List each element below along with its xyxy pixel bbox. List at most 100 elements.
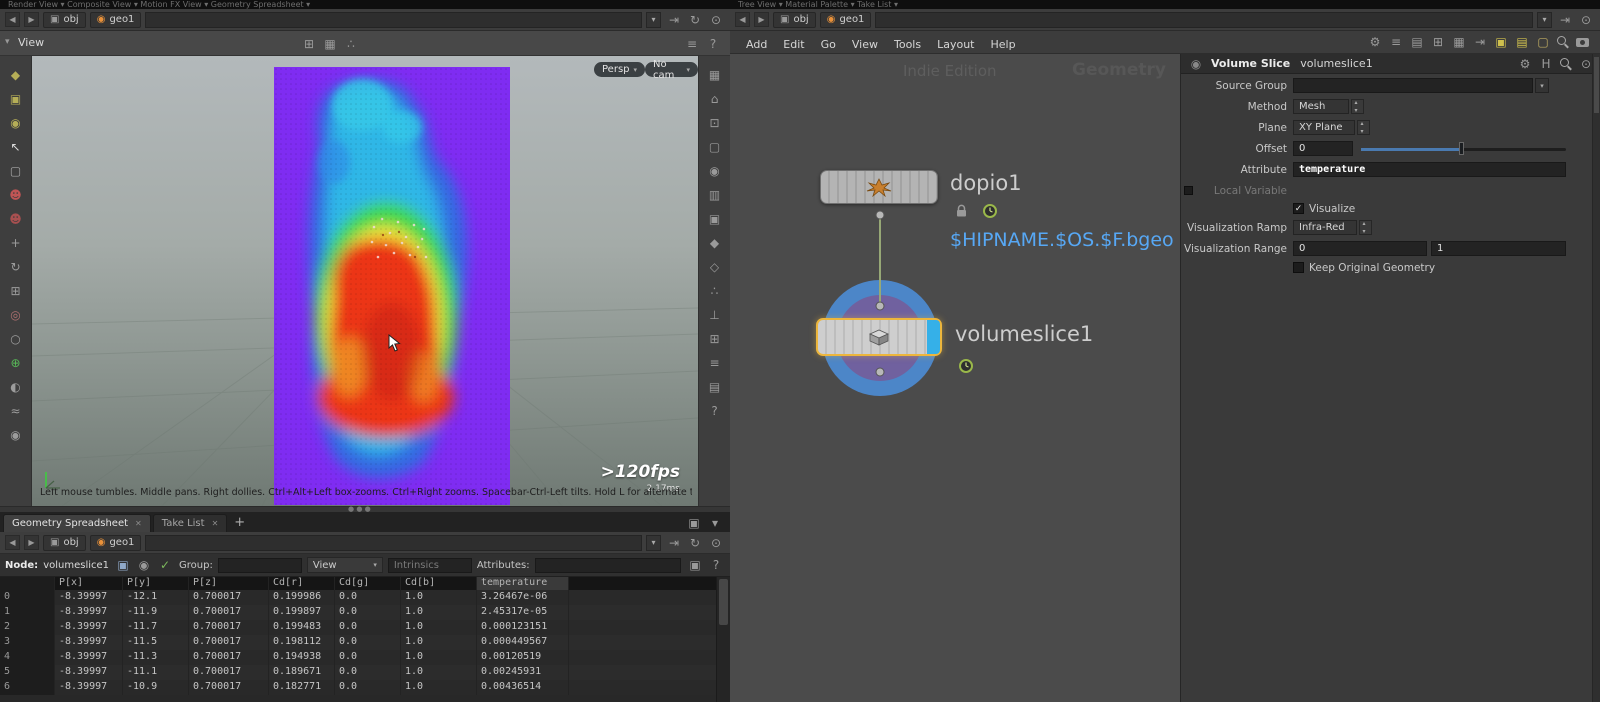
- offset-input[interactable]: 0: [1293, 141, 1353, 156]
- method-dropdown[interactable]: Mesh: [1293, 99, 1349, 114]
- follow-selection-icon[interactable]: ✓: [156, 557, 174, 574]
- column-header-Px[interactable]: P[x]: [55, 577, 123, 590]
- forward-icon[interactable]: ▶: [24, 535, 39, 550]
- pane-tab-strip-right[interactable]: Tree View ▾ Material Palette ▾ Take List…: [730, 0, 1600, 9]
- link-editor-icon[interactable]: ⇥: [665, 534, 683, 551]
- joint-tool-icon[interactable]: ○: [7, 330, 25, 347]
- menu-view[interactable]: View: [844, 38, 886, 51]
- ruler-icon[interactable]: ≡: [706, 354, 724, 371]
- sticky-note-icon[interactable]: ▤: [1513, 34, 1531, 51]
- forward-icon[interactable]: ▶: [754, 12, 769, 27]
- menu-edit[interactable]: Edit: [775, 38, 812, 51]
- copy-table-icon[interactable]: ▣: [686, 557, 704, 574]
- path-input[interactable]: [145, 534, 642, 551]
- method-spinner-icon[interactable]: [1351, 99, 1364, 114]
- pane-collapse-icon[interactable]: ▾: [5, 37, 10, 47]
- camera-menu[interactable]: No cam ▾: [645, 59, 698, 81]
- tab-take-list[interactable]: Take List ✕: [152, 514, 228, 532]
- display-flag[interactable]: [927, 320, 940, 354]
- pose-tool-icon[interactable]: ☻: [7, 186, 25, 203]
- column-header-Pz[interactable]: P[z]: [189, 577, 269, 590]
- parameters-pane-icon[interactable]: ▤: [1408, 34, 1426, 51]
- list-display-icon[interactable]: ▦: [1450, 34, 1468, 51]
- column-header-temperature[interactable]: temperature: [477, 577, 569, 590]
- view-projection-menu[interactable]: Persp ▾: [594, 62, 646, 77]
- table-row[interactable]: 1 -8.39997 -11.9 0.700017 0.199897 0.0 1.0 2.45…: [0, 605, 716, 620]
- paint-tool-icon[interactable]: ⊕: [7, 354, 25, 371]
- new-tab-icon[interactable]: +: [234, 515, 245, 530]
- back-icon[interactable]: ◀: [5, 12, 20, 27]
- index-column-header[interactable]: [0, 577, 55, 590]
- snap-primitive-icon[interactable]: ▦: [321, 35, 339, 52]
- clock-icon[interactable]: [957, 357, 974, 374]
- source-group-field[interactable]: [1293, 78, 1533, 93]
- view-options-icon[interactable]: ▤: [706, 378, 724, 395]
- visibility-tool-icon[interactable]: ◉: [7, 426, 25, 443]
- node-dopio1[interactable]: [820, 170, 938, 204]
- pane-menu-icon[interactable]: ≡: [683, 35, 701, 52]
- home-view-icon[interactable]: ⌂: [706, 90, 724, 107]
- context-chip-obj[interactable]: ▣ obj: [43, 11, 86, 28]
- display-wireframe-icon[interactable]: ◇: [706, 258, 724, 275]
- clock-icon[interactable]: [981, 202, 998, 219]
- keep-original-checkbox[interactable]: [1293, 262, 1304, 273]
- gear-menu-icon[interactable]: ⚙: [1516, 55, 1534, 72]
- translate-tool-icon[interactable]: +: [7, 234, 25, 251]
- search-icon[interactable]: [1555, 34, 1571, 50]
- table-row[interactable]: 4 -8.39997 -11.3 0.700017 0.194938 0.0 1.0 0.00…: [0, 650, 716, 665]
- column-header-Cdb[interactable]: Cd[b]: [401, 577, 477, 590]
- path-history-icon[interactable]: ▾: [646, 11, 661, 28]
- viewport-canvas[interactable]: Persp ▾ No cam ▾ >120fps 2.17ms Left mouse…: [32, 56, 698, 506]
- table-row[interactable]: 6 -8.39997 -10.9 0.700017 0.182771 0.0 1.0 0.00…: [0, 680, 716, 695]
- pin-pane-icon[interactable]: ⊙: [707, 11, 725, 28]
- node-chip-geo1[interactable]: ◉ geo1: [819, 11, 872, 28]
- context-chip-obj[interactable]: ▣ obj: [43, 534, 86, 551]
- color-swatch-icon[interactable]: ▣: [1492, 34, 1510, 51]
- align-nodes-icon[interactable]: ≡: [1387, 34, 1405, 51]
- range-max-input[interactable]: 1: [1431, 241, 1566, 256]
- group-input[interactable]: [217, 557, 302, 573]
- path-input[interactable]: [145, 11, 642, 28]
- secure-selection-lock-icon[interactable]: ▢: [7, 162, 25, 179]
- scrollbar-thumb[interactable]: [719, 579, 728, 625]
- menu-add[interactable]: Add: [738, 38, 775, 51]
- help-icon[interactable]: ?: [707, 557, 725, 574]
- display-points-icon[interactable]: ∴: [706, 282, 724, 299]
- visualization-ramp-dropdown[interactable]: Infra-Red: [1293, 220, 1357, 235]
- table-row[interactable]: 2 -8.39997 -11.7 0.700017 0.199483 0.0 1.0 0.00…: [0, 620, 716, 635]
- link-editor-icon[interactable]: ⇥: [1556, 11, 1574, 28]
- table-row[interactable]: 5 -8.39997 -11.1 0.700017 0.189671 0.0 1.0 0.00…: [0, 665, 716, 680]
- column-header-Cdg[interactable]: Cd[g]: [335, 577, 401, 590]
- comb-tool-icon[interactable]: ≈: [7, 402, 25, 419]
- help-view-icon[interactable]: ?: [706, 402, 724, 419]
- plane-dropdown[interactable]: XY Plane: [1293, 120, 1355, 135]
- attribute-input[interactable]: temperature: [1293, 162, 1566, 177]
- snapshot-camera-icon[interactable]: [1574, 34, 1592, 50]
- lock-icon[interactable]: [953, 202, 970, 219]
- source-group-menu-icon[interactable]: ▾: [1535, 78, 1549, 93]
- column-header-Cdr[interactable]: Cd[r]: [269, 577, 335, 590]
- scrollbar-thumb[interactable]: [1594, 57, 1599, 113]
- intrinsics-dropdown[interactable]: Intrinsics: [387, 557, 472, 573]
- node-volumeslice1[interactable]: [816, 318, 942, 356]
- node-title-dopio1[interactable]: dopio1: [950, 171, 1022, 195]
- parameters-scrollbar[interactable]: [1592, 54, 1600, 702]
- select-tool-icon[interactable]: ↖: [7, 138, 25, 155]
- tools-icon[interactable]: ⚙: [1366, 34, 1384, 51]
- refresh-icon[interactable]: ↻: [686, 11, 704, 28]
- character-tool-icon[interactable]: ☻: [7, 210, 25, 227]
- node-title-volumeslice1[interactable]: volumeslice1: [955, 322, 1093, 346]
- column-header-Py[interactable]: P[y]: [123, 577, 189, 590]
- pin-pane-icon[interactable]: ⊙: [1577, 11, 1595, 28]
- snap-grid-icon[interactable]: ⊞: [300, 35, 318, 52]
- scale-tool-icon[interactable]: ⊞: [7, 282, 25, 299]
- export-pane-icon[interactable]: ⇥: [1471, 34, 1489, 51]
- network-box-icon[interactable]: ▢: [1534, 34, 1552, 51]
- context-chip-obj[interactable]: ▣ obj: [773, 11, 816, 28]
- offset-slider-handle[interactable]: [1459, 142, 1465, 155]
- visualize-checkbox[interactable]: ✓: [1293, 203, 1304, 214]
- table-row[interactable]: 0 -8.39997 -12.1 0.700017 0.199986 0.0 1.0 3.26…: [0, 590, 716, 605]
- close-tab-icon[interactable]: ✕: [212, 519, 219, 528]
- rotate-tool-icon[interactable]: ↻: [7, 258, 25, 275]
- handles-tool-icon[interactable]: ◆: [7, 66, 25, 83]
